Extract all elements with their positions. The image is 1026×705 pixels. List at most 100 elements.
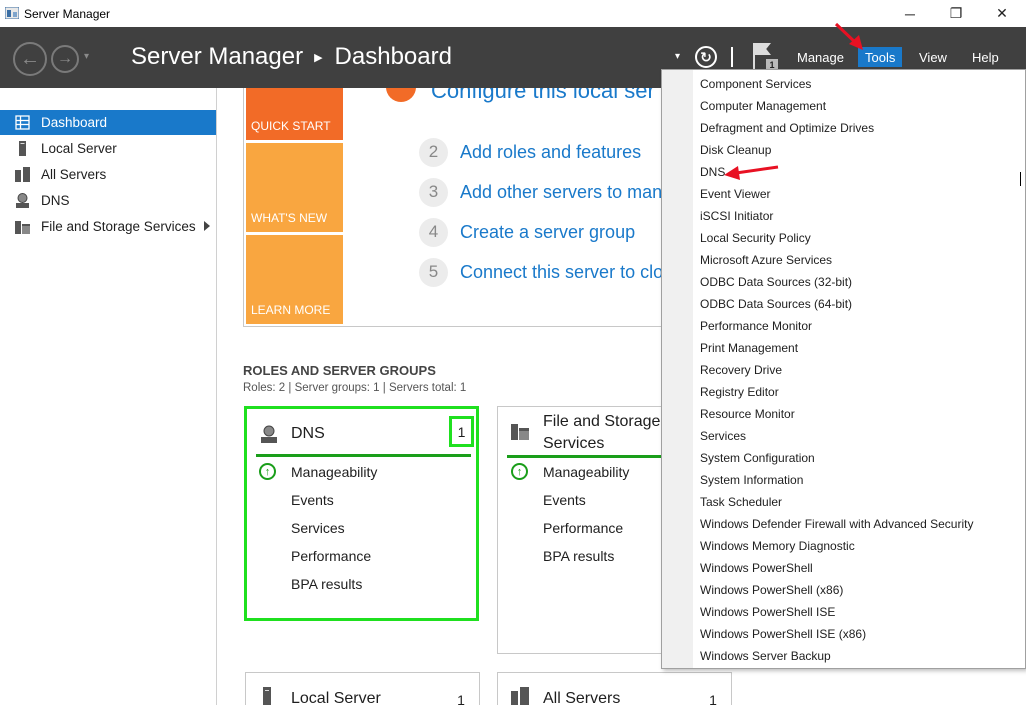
- card-row-services[interactable]: Services: [291, 520, 345, 536]
- card-count-badge[interactable]: 1: [449, 416, 474, 447]
- close-button[interactable]: ✕: [979, 0, 1025, 27]
- tools-menu-item-windows-defender-firewall-with-advanced-security[interactable]: Windows Defender Firewall with Advanced …: [700, 513, 973, 535]
- step-3[interactable]: 3 Add other servers to man: [419, 177, 662, 207]
- card-row-performance[interactable]: Performance: [291, 548, 371, 564]
- tools-menu-item-microsoft-azure-services[interactable]: Microsoft Azure Services: [700, 249, 832, 271]
- sidebar-item-dashboard[interactable]: Dashboard: [0, 110, 216, 135]
- tools-menu-item-odbc-data-sources-64-bit[interactable]: ODBC Data Sources (64-bit): [700, 293, 852, 315]
- back-button[interactable]: ←: [13, 42, 47, 76]
- storage-icon: [15, 221, 30, 234]
- tools-menu-item-registry-editor[interactable]: Registry Editor: [700, 381, 779, 403]
- card-row-bpa-results[interactable]: BPA results: [291, 576, 362, 592]
- sidebar: Dashboard Local Server All Servers DNS F…: [0, 88, 217, 705]
- card-row-manageability[interactable]: Manageability: [291, 464, 377, 480]
- step-2[interactable]: 2 Add roles and features: [419, 137, 641, 167]
- sidebar-item-dns[interactable]: DNS: [0, 188, 216, 213]
- card-title: All Servers: [543, 690, 621, 705]
- step-link[interactable]: Add roles and features: [460, 142, 641, 163]
- tools-menu-item-windows-memory-diagnostic[interactable]: Windows Memory Diagnostic: [700, 535, 855, 557]
- refresh-dropdown-icon[interactable]: ▾: [675, 51, 680, 62]
- card-row-manageability[interactable]: Manageability: [543, 464, 629, 480]
- role-card-dns[interactable]: DNS 1 ↑ Manageability Events Services Pe…: [244, 406, 479, 621]
- tools-menu-item-system-configuration[interactable]: System Configuration: [700, 447, 815, 469]
- card-row-bpa-results[interactable]: BPA results: [543, 548, 614, 564]
- card-row-performance[interactable]: Performance: [543, 520, 623, 536]
- dashboard-icon: [15, 115, 30, 130]
- tools-menu-item-windows-powershell-ise-x86[interactable]: Windows PowerShell ISE (x86): [700, 623, 866, 645]
- breadcrumb-separator-icon: ▶: [314, 51, 323, 64]
- back-arrow-icon: ←: [20, 47, 40, 70]
- tools-menu-item-windows-powershell[interactable]: Windows PowerShell: [700, 557, 813, 579]
- roles-section-title: ROLES AND SERVER GROUPS: [243, 363, 436, 378]
- status-bar: [256, 454, 471, 457]
- tools-menu-item-iscsi-initiator[interactable]: iSCSI Initiator: [700, 205, 773, 227]
- menu-view[interactable]: View: [912, 47, 954, 67]
- tools-menu-item-performance-monitor[interactable]: Performance Monitor: [700, 315, 812, 337]
- step-5[interactable]: 5 Connect this server to clo: [419, 257, 663, 287]
- tools-menu-item-defragment-and-optimize-drives[interactable]: Defragment and Optimize Drives: [700, 117, 874, 139]
- step-number: 4: [419, 217, 448, 247]
- server-card-all-servers[interactable]: All Servers 1: [497, 672, 732, 705]
- breadcrumb-page: Dashboard: [334, 43, 452, 70]
- whats-new-tile[interactable]: WHAT'S NEW: [246, 143, 343, 232]
- tools-menu-item-windows-powershell-x86[interactable]: Windows PowerShell (x86): [700, 579, 843, 601]
- step-link[interactable]: Add other servers to man: [460, 182, 662, 203]
- tools-menu-item-print-management[interactable]: Print Management: [700, 337, 798, 359]
- learn-more-tile[interactable]: LEARN MORE: [246, 235, 343, 324]
- card-title-line-1: File and Storage: [543, 413, 661, 430]
- card-title: File and Storage Services: [543, 411, 660, 455]
- tools-menu-item-windows-server-backup[interactable]: Windows Server Backup: [700, 645, 831, 667]
- notifications-button[interactable]: 1: [751, 42, 781, 72]
- refresh-button[interactable]: ↻: [695, 46, 717, 68]
- card-title: Local Server: [291, 690, 381, 705]
- step-link[interactable]: Create a server group: [460, 222, 635, 243]
- forward-button[interactable]: →: [51, 45, 79, 73]
- step-link[interactable]: Connect this server to clo: [460, 262, 663, 283]
- title-bar: Server Manager ─ ❐ ✕: [0, 0, 1026, 27]
- minimize-icon: ─: [905, 5, 915, 22]
- status-up-icon: ↑: [511, 463, 528, 480]
- tools-menu-item-task-scheduler[interactable]: Task Scheduler: [700, 491, 782, 513]
- minimize-button[interactable]: ─: [887, 0, 933, 27]
- status-up-icon: ↑: [259, 463, 276, 480]
- sidebar-item-label: DNS: [41, 193, 70, 208]
- sidebar-item-local-server[interactable]: Local Server: [0, 136, 216, 161]
- tools-menu-item-event-viewer[interactable]: Event Viewer: [700, 183, 770, 205]
- tools-menu-item-local-security-policy[interactable]: Local Security Policy: [700, 227, 811, 249]
- tools-menu-item-windows-powershell-ise[interactable]: Windows PowerShell ISE: [700, 601, 835, 623]
- server-manager-window: Server Manager ─ ❐ ✕ ← → ▾ Server Manage…: [0, 0, 1026, 705]
- step-1-link[interactable]: Configure this local ser: [431, 88, 655, 104]
- server-icon: [19, 141, 26, 156]
- server-card-local-server[interactable]: Local Server 1: [245, 672, 480, 705]
- card-count[interactable]: 1: [451, 690, 471, 705]
- tools-menu-item-disk-cleanup[interactable]: Disk Cleanup: [700, 139, 771, 161]
- restore-button[interactable]: ❐: [933, 0, 979, 27]
- quick-start-tile[interactable]: QUICK START: [246, 88, 343, 140]
- history-dropdown-icon[interactable]: ▾: [84, 51, 89, 62]
- card-row-events[interactable]: Events: [543, 492, 586, 508]
- tools-menu-item-services[interactable]: Services: [700, 425, 746, 447]
- tools-menu-item-component-services[interactable]: Component Services: [700, 73, 811, 95]
- card-count[interactable]: 1: [703, 690, 723, 705]
- sidebar-item-all-servers[interactable]: All Servers: [0, 162, 216, 187]
- sidebar-item-file-storage[interactable]: File and Storage Services: [0, 214, 216, 239]
- sidebar-item-label: File and Storage Services: [41, 219, 196, 234]
- tools-menu-item-odbc-data-sources-32-bit[interactable]: ODBC Data Sources (32-bit): [700, 271, 852, 293]
- menu-help[interactable]: Help: [965, 47, 1006, 67]
- tools-menu-item-resource-monitor[interactable]: Resource Monitor: [700, 403, 795, 425]
- header-divider: [731, 47, 733, 67]
- tools-menu-item-recovery-drive[interactable]: Recovery Drive: [700, 359, 782, 381]
- notification-flag-icon: [755, 43, 771, 55]
- breadcrumb-app-name: Server Manager: [131, 43, 304, 70]
- step-1-marker: [386, 88, 416, 102]
- restore-icon: ❐: [949, 5, 963, 21]
- tools-menu-item-computer-management[interactable]: Computer Management: [700, 95, 826, 117]
- expand-arrow-icon[interactable]: [204, 221, 210, 231]
- step-4[interactable]: 4 Create a server group: [419, 217, 635, 247]
- step-number: 2: [419, 137, 448, 167]
- tools-menu-item-system-information[interactable]: System Information: [700, 469, 803, 491]
- card-row-events[interactable]: Events: [291, 492, 334, 508]
- window-title: Server Manager: [24, 7, 111, 21]
- server-manager-app-icon: [5, 7, 19, 19]
- dns-icon: [261, 425, 277, 443]
